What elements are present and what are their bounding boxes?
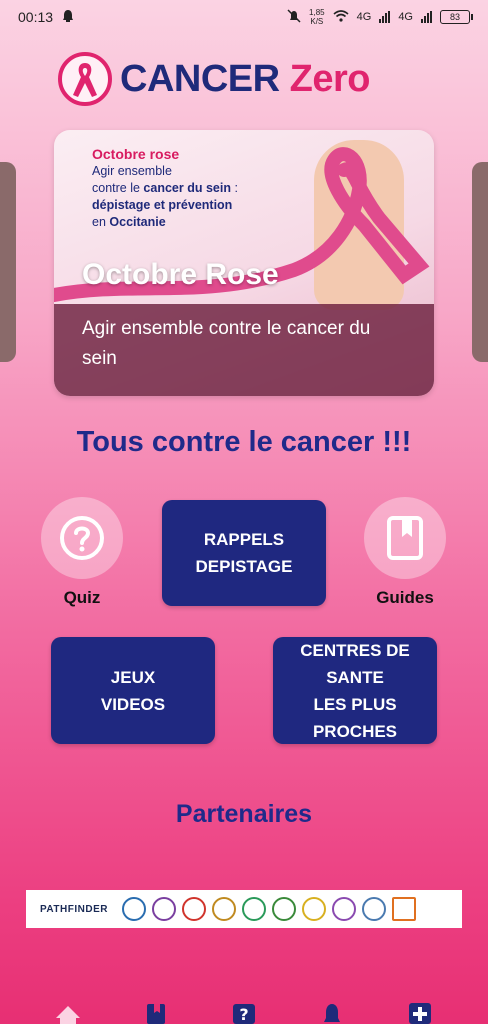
centres-sante-button[interactable]: CENTRES DE SANTE LES PLUS PROCHES [273, 637, 437, 744]
poster-line: en Occitanie [92, 214, 312, 231]
signal-bars-icon [379, 11, 391, 23]
quiz-icon: ? [233, 1004, 255, 1024]
jeux-videos-button[interactable]: JEUX VIDEOS [51, 637, 215, 744]
partner-logo [121, 897, 146, 921]
battery-icon: 83 [440, 10, 473, 24]
partner-logo [301, 897, 326, 921]
book-icon [387, 516, 423, 560]
poster-text: Octobre rose Agir ensemble contre le can… [92, 146, 312, 231]
card-title: Octobre Rose [82, 258, 279, 291]
partner-pathfinder-logo: PATHFINDER [40, 903, 108, 915]
mute-icon [287, 8, 301, 26]
nav-guides[interactable] [142, 996, 170, 1024]
app-name: CANCER Zero [120, 58, 370, 101]
tile-label: LES PLUS [313, 694, 397, 714]
partner-logo [181, 897, 206, 921]
partner-logo [151, 897, 176, 921]
partner-logo [361, 897, 386, 921]
partner-logo [211, 897, 236, 921]
bell-icon [324, 1004, 340, 1022]
poster-title: Octobre rose [92, 146, 180, 162]
ribbon-logo-icon [58, 52, 112, 106]
partners-title: Partenaires [175, 800, 313, 828]
guides-button[interactable] [364, 497, 446, 579]
partner-logo [271, 897, 296, 921]
poster-line: contre le cancer du sein : [92, 180, 312, 197]
tile-label: PROCHES [312, 721, 398, 741]
partner-logo [391, 897, 416, 921]
nav-quiz[interactable]: ? [230, 996, 258, 1024]
poster-text-part: en [92, 215, 110, 229]
quiz-label[interactable]: Quiz [41, 588, 123, 608]
partners-logos-strip[interactable]: PATHFINDER [26, 890, 462, 928]
status-left: 00:13 [18, 9, 75, 26]
nav-health-centres[interactable] [406, 996, 434, 1024]
poster-line: dépistage et prévention [92, 198, 233, 212]
notification-icon [61, 9, 75, 26]
poster-line: Agir ensemble [92, 164, 172, 178]
poster-text-part: : [230, 181, 238, 195]
nav-notifications[interactable] [318, 996, 346, 1024]
app-name-part2: Zero [289, 57, 371, 100]
net-speed-unit: K/S [310, 17, 324, 26]
signal-2-label: 4G [398, 11, 413, 23]
status-time: 00:13 [18, 9, 54, 25]
partner-logo [331, 897, 356, 921]
tile-label: CENTRES DE [300, 640, 410, 660]
wifi-icon [333, 9, 349, 25]
poster-text-bold: cancer du sein [143, 181, 231, 195]
status-bar: 00:13 1,85 K/S 4G 4G 83 [0, 0, 488, 34]
quiz-button[interactable] [41, 497, 123, 579]
rappels-depistage-button[interactable]: RAPPELS DEPISTAGE [162, 500, 326, 606]
poster-text-part: contre le [92, 181, 144, 195]
app-logo: CANCER Zero [58, 50, 428, 108]
svg-text:?: ? [239, 1005, 248, 1024]
poster-text-bold: Occitanie [109, 215, 166, 229]
nav-home[interactable] [54, 996, 82, 1024]
carousel-next-card[interactable] [472, 162, 488, 362]
tile-label: SANTE [326, 667, 384, 687]
plus-icon [409, 1003, 431, 1024]
tile-label: DEPISTAGE [195, 557, 293, 576]
net-speed: 1,85 K/S [309, 8, 325, 26]
question-icon [60, 516, 104, 560]
home-icon [56, 1006, 80, 1024]
tile-label: RAPPELS [203, 530, 285, 549]
signal-bars-icon [421, 11, 432, 23]
bottom-nav: ? [0, 988, 488, 1024]
partner-logo [241, 897, 266, 921]
book-icon [147, 1004, 165, 1024]
news-carousel-card[interactable]: Octobre rose Agir ensemble contre le can… [54, 130, 434, 396]
signal-1-label: 4G [356, 11, 372, 23]
battery-level: 83 [449, 12, 460, 22]
status-right: 1,85 K/S 4G 4G 83 [287, 8, 473, 26]
app-name-part1: CANCER [120, 57, 280, 100]
net-speed-value: 1,85 [309, 8, 325, 17]
carousel-prev-card[interactable] [0, 162, 16, 362]
guides-label[interactable]: Guides [356, 588, 454, 608]
card-caption: Agir ensemble contre le cancer du sein [54, 304, 434, 396]
tile-label: JEUX [110, 667, 156, 687]
slogan: Tous contre le cancer !!! [76, 426, 412, 458]
tile-label: VIDEOS [100, 694, 166, 714]
